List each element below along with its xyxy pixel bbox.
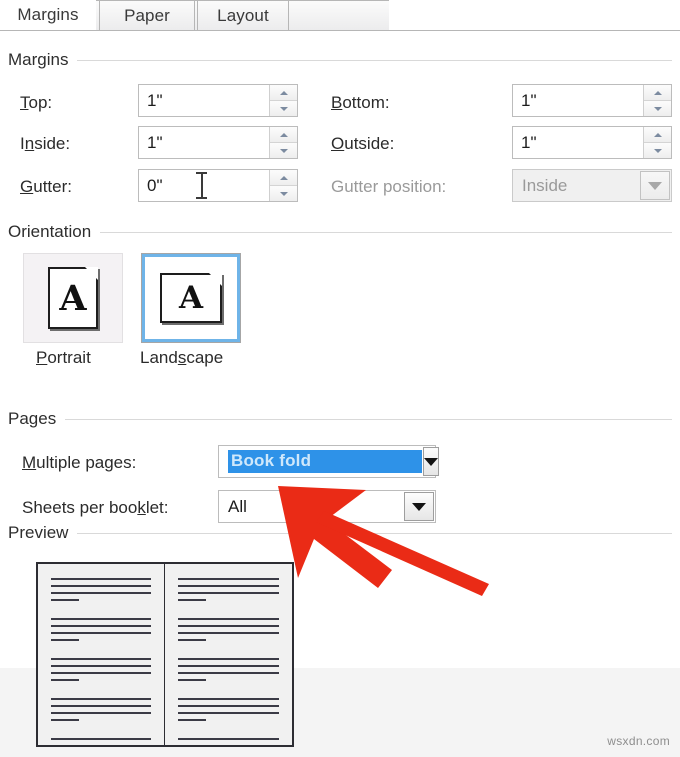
inside-margin-spin-buttons[interactable] (269, 127, 297, 158)
page-corner-fold-icon (85, 267, 98, 280)
tab-strip-divider (0, 30, 680, 31)
tab-strip: Margins Paper Layout (0, 0, 680, 31)
orientation-label-portrait: Portrait (36, 348, 91, 367)
group-header-orientation: Orientation (8, 221, 672, 243)
multiple-pages-dropdown[interactable]: Book fold (218, 445, 439, 478)
bottom-margin-decrement-button[interactable] (644, 101, 671, 116)
triangle-down-icon (279, 191, 288, 196)
orientation-option-landscape[interactable]: A (141, 253, 241, 343)
outside-margin-value[interactable]: 1" (513, 127, 643, 158)
label-inside: Inside: (20, 134, 71, 153)
multiple-pages-dropdown-button[interactable] (423, 447, 439, 476)
tab-paper-label: Paper (124, 5, 170, 25)
landscape-glyph: A (178, 279, 204, 316)
tab-margins-label: Margins (17, 5, 79, 24)
inside-margin-value[interactable]: 1" (139, 127, 269, 158)
gutter-decrement-button[interactable] (270, 186, 297, 201)
sheets-per-booklet-dropdown[interactable]: All (218, 490, 436, 523)
chevron-down-icon (648, 181, 662, 190)
gutter-position-dropdown-button (640, 171, 670, 200)
outside-margin-spin-buttons[interactable] (643, 127, 671, 158)
top-margin-spin-buttons[interactable] (269, 85, 297, 116)
bottom-margin-spinner[interactable]: 1" (512, 84, 672, 117)
tab-layout-label: Layout (217, 5, 269, 25)
portrait-page-icon: A (48, 267, 98, 329)
top-margin-value[interactable]: 1" (139, 85, 269, 116)
label-gutter-position: Gutter position: (331, 177, 447, 196)
group-header-preview-label: Preview (8, 523, 78, 543)
triangle-down-icon (653, 106, 662, 111)
gutter-spin-buttons[interactable] (269, 170, 297, 201)
preview-page-right (165, 564, 292, 745)
multiple-pages-value-wrap[interactable]: Book fold (219, 446, 422, 477)
group-header-orientation-rule (100, 231, 672, 233)
gutter-spinner[interactable]: 0" (138, 169, 298, 202)
label-gutter: Gutter: (20, 177, 72, 196)
group-header-pages: Pages (8, 408, 672, 430)
sheets-per-booklet-value[interactable]: All (219, 491, 403, 522)
group-header-preview-rule (77, 532, 672, 534)
top-margin-decrement-button[interactable] (270, 101, 297, 116)
sheets-per-booklet-dropdown-button[interactable] (404, 492, 434, 521)
top-margin-spinner[interactable]: 1" (138, 84, 298, 117)
inside-margin-spinner[interactable]: 1" (138, 126, 298, 159)
preview-page-left (38, 564, 165, 745)
group-header-orientation-label: Orientation (8, 222, 101, 242)
outside-margin-decrement-button[interactable] (644, 143, 671, 158)
tab-margins[interactable]: Margins (0, 0, 96, 30)
triangle-down-icon (653, 148, 662, 153)
tab-layout[interactable]: Layout (197, 0, 289, 30)
chevron-down-icon (412, 502, 426, 511)
text-cursor-icon (196, 172, 207, 199)
triangle-up-icon (653, 132, 662, 137)
group-header-margins-label: Margins (8, 50, 78, 70)
label-multiple-pages: Multiple pages: (22, 453, 137, 472)
inside-margin-increment-button[interactable] (270, 127, 297, 143)
page-preview (36, 562, 294, 747)
label-sheets-per-booklet: Sheets per booklet: (22, 498, 169, 517)
triangle-up-icon (653, 90, 662, 95)
group-header-margins: Margins (8, 49, 672, 71)
bottom-margin-increment-button[interactable] (644, 85, 671, 101)
triangle-down-icon (279, 148, 288, 153)
portrait-glyph: A (59, 277, 87, 319)
triangle-up-icon (279, 132, 288, 137)
triangle-up-icon (279, 90, 288, 95)
top-margin-increment-button[interactable] (270, 85, 297, 101)
bottom-margin-value[interactable]: 1" (513, 85, 643, 116)
group-header-pages-label: Pages (8, 409, 66, 429)
watermark: wsxdn.com (607, 734, 670, 748)
group-header-pages-rule (65, 418, 672, 420)
page-corner-fold-icon (209, 273, 222, 286)
chevron-down-icon (424, 457, 438, 466)
triangle-up-icon (279, 175, 288, 180)
bottom-margin-spin-buttons[interactable] (643, 85, 671, 116)
triangle-down-icon (279, 106, 288, 111)
outside-margin-spinner[interactable]: 1" (512, 126, 672, 159)
orientation-option-portrait[interactable]: A (23, 253, 123, 343)
label-bottom: Bottom: (331, 93, 390, 112)
label-top: Top: (20, 93, 53, 112)
group-header-margins-rule (77, 59, 672, 61)
landscape-page-icon: A (160, 273, 222, 323)
orientation-label-landscape: Landscape (140, 348, 224, 367)
multiple-pages-value: Book fold (228, 450, 422, 473)
label-outside: Outside: (331, 134, 395, 153)
gutter-position-value: Inside (522, 175, 568, 195)
tab-paper[interactable]: Paper (99, 0, 195, 30)
outside-margin-increment-button[interactable] (644, 127, 671, 143)
gutter-increment-button[interactable] (270, 170, 297, 186)
inside-margin-decrement-button[interactable] (270, 143, 297, 158)
group-header-preview: Preview (8, 522, 672, 544)
gutter-position-dropdown: Inside (512, 169, 672, 202)
